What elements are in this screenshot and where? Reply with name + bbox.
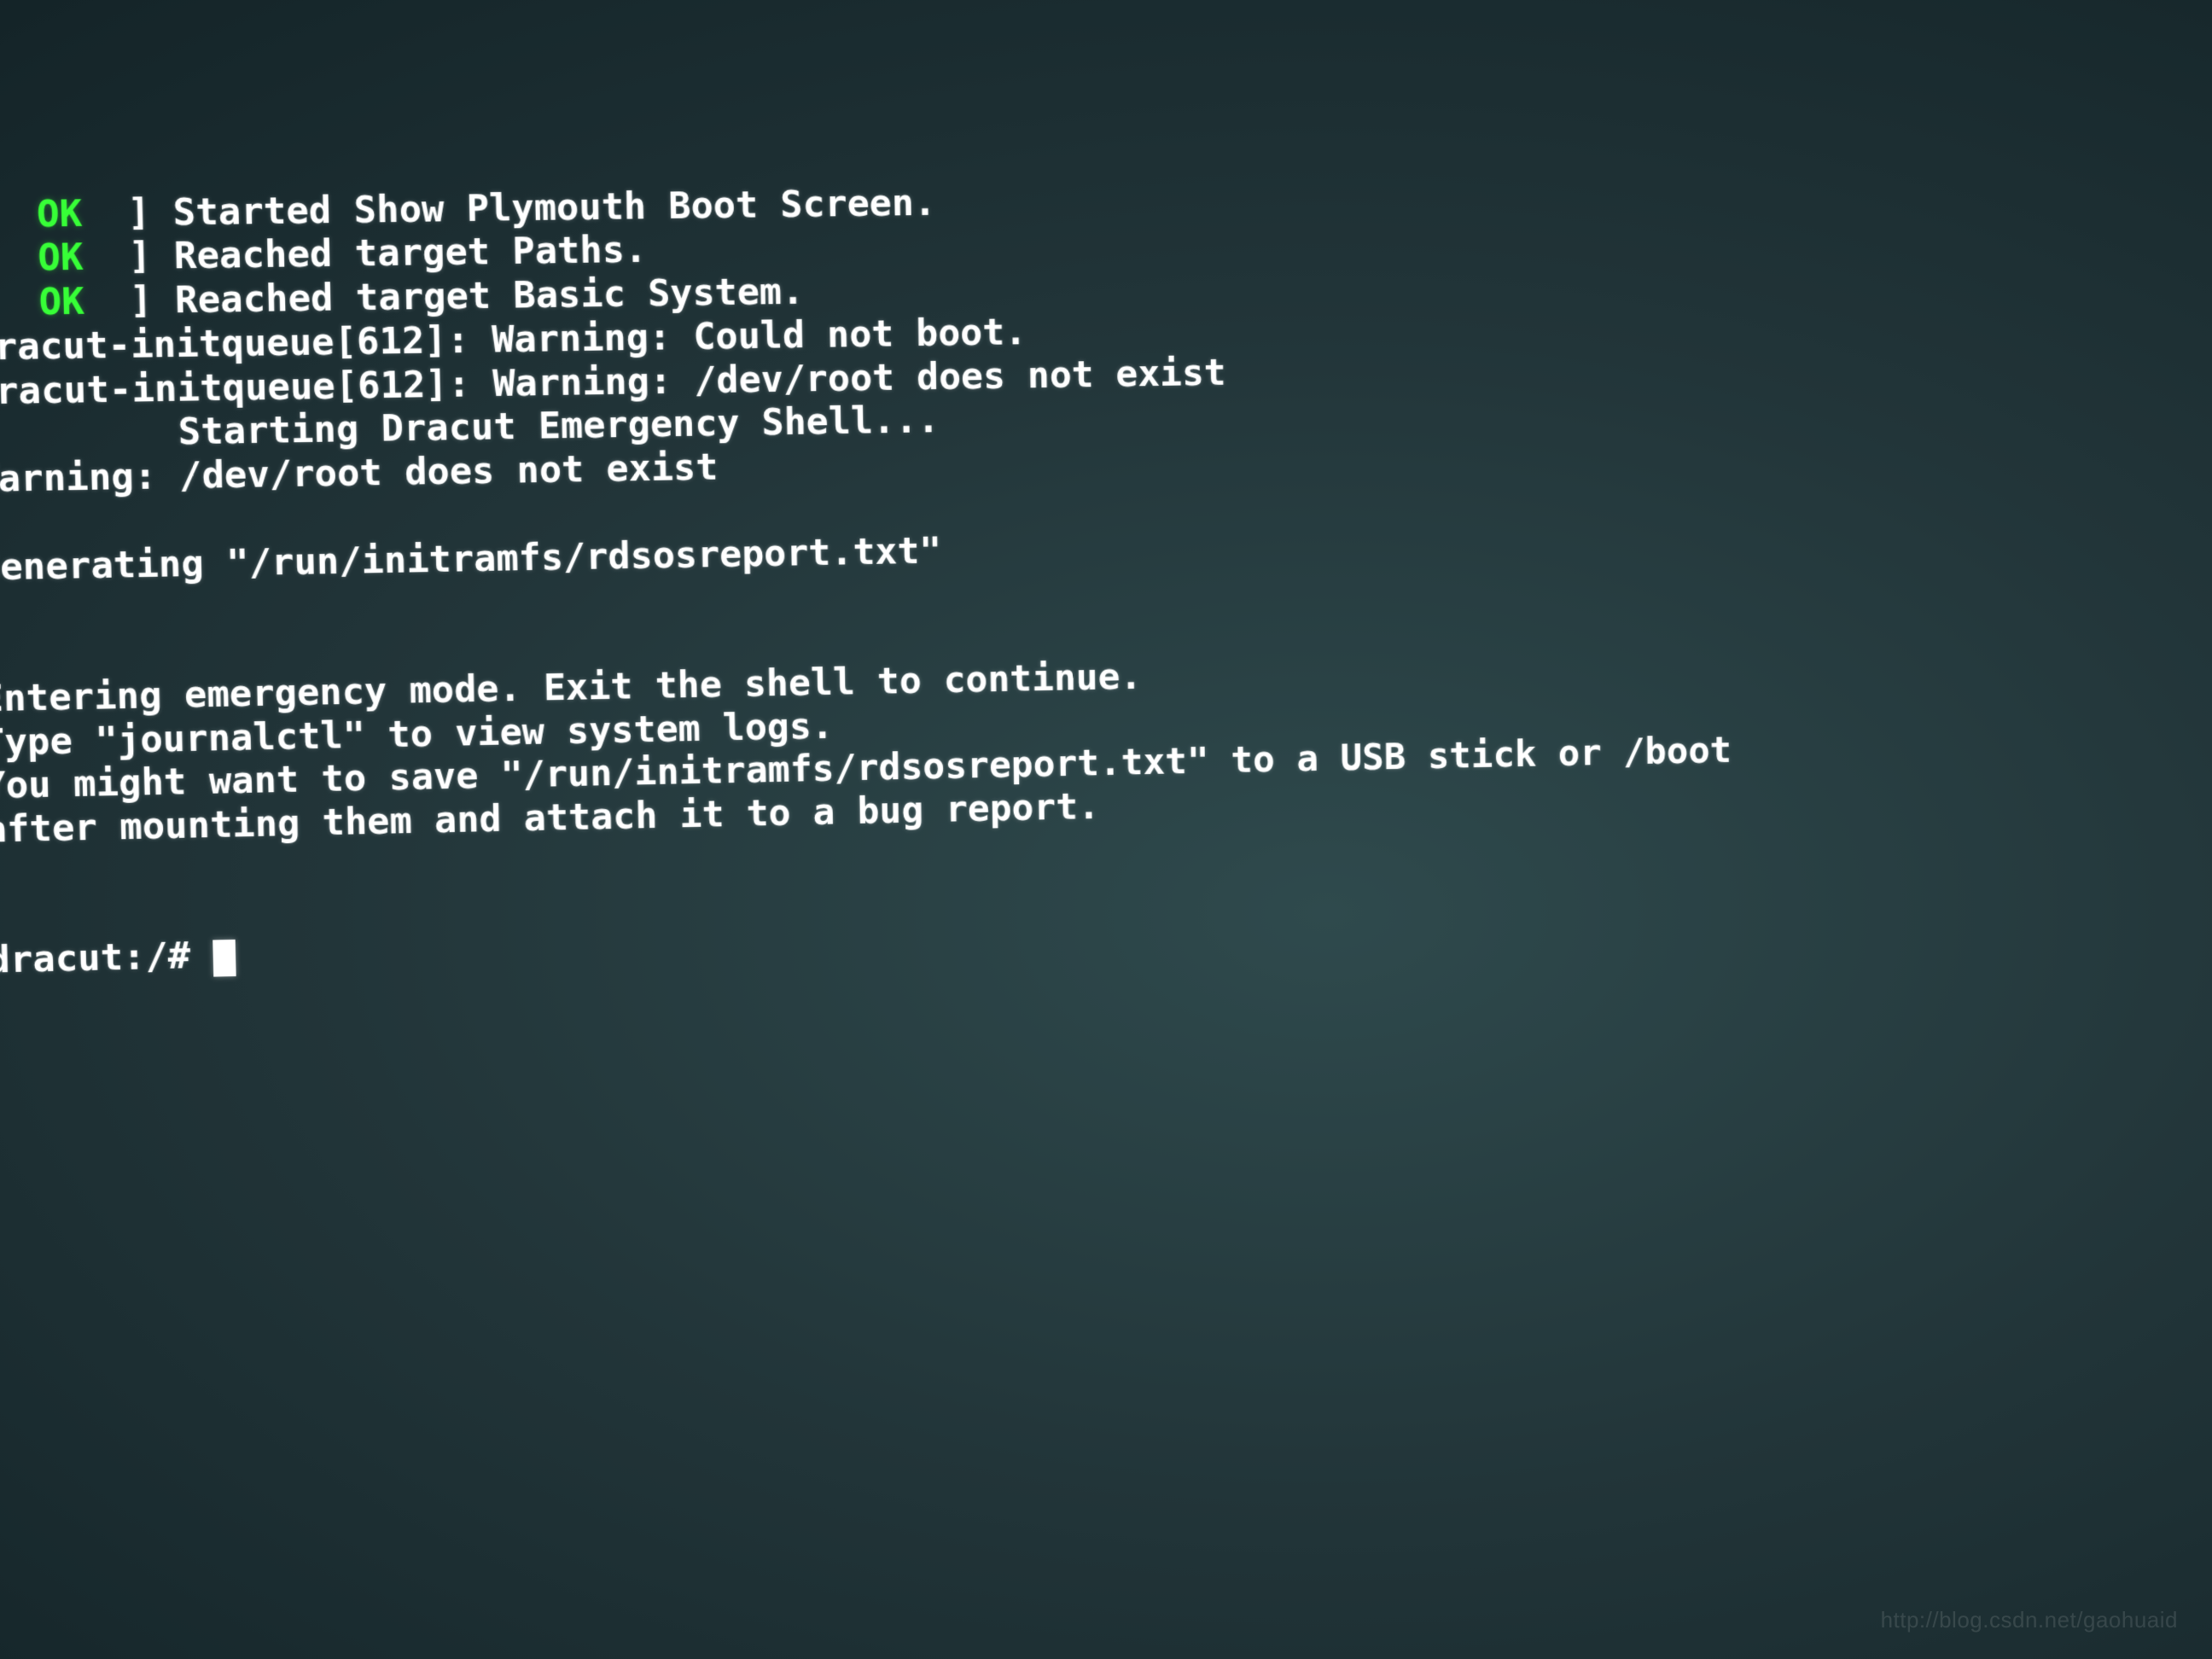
watermark-text: http://blog.csdn.net/gaohuaid bbox=[1881, 1607, 2178, 1633]
status-text: Started Show Plymouth Boot Screen. bbox=[172, 181, 936, 234]
ok-badge: OK bbox=[36, 192, 83, 236]
status-text: Reached target Paths. bbox=[173, 229, 647, 278]
generating-line: Generating "/run/initramfs/rdsosreport.t… bbox=[0, 529, 942, 589]
shell-prompt[interactable]: dracut:/# bbox=[0, 934, 236, 982]
cursor-block bbox=[212, 940, 236, 977]
ok-badge: OK bbox=[38, 280, 85, 324]
status-line: [ OK ] Started Show Plymouth Boot Screen… bbox=[0, 181, 936, 236]
boot-console: [ OK ] Started Show Plymouth Boot Screen… bbox=[0, 122, 2186, 982]
ok-badge: OK bbox=[38, 236, 84, 281]
prompt-text: dracut:/# bbox=[0, 934, 213, 982]
